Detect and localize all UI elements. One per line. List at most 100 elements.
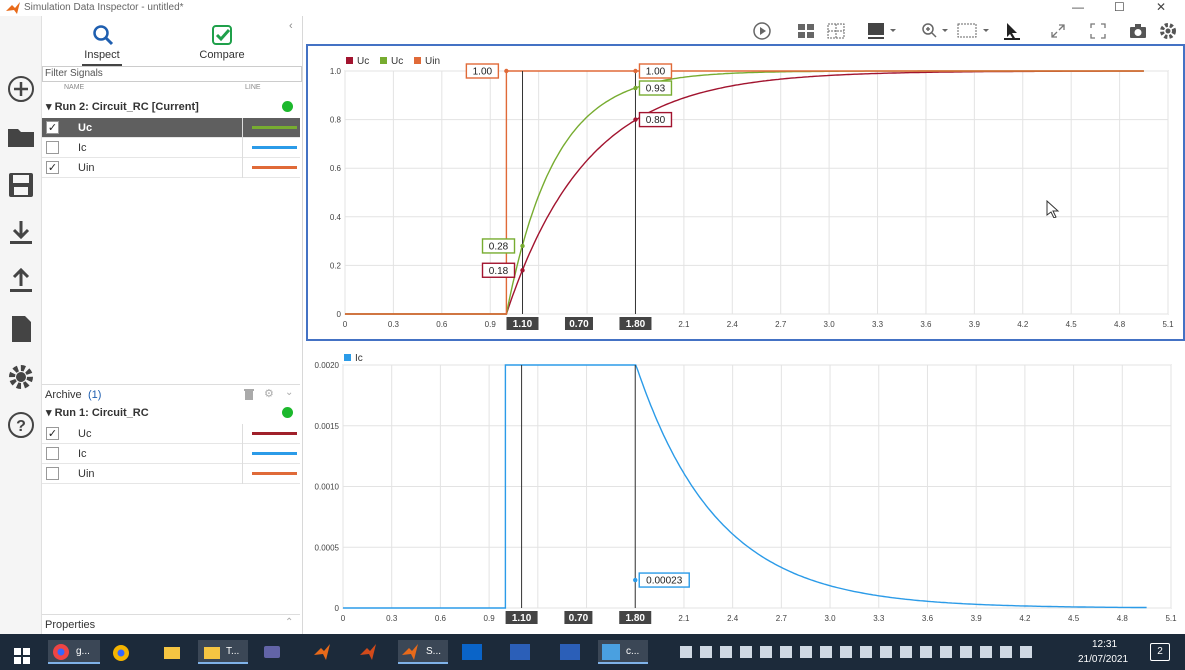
taskbar-app-label: c...: [626, 646, 640, 657]
cursor-select-icon[interactable]: [1003, 22, 1021, 40]
x-tick-label: 0.9: [484, 614, 496, 623]
left-toolstrip: ?: [0, 16, 42, 634]
current-run-row[interactable]: ▾ Run 2: Circuit_RC [Current]: [46, 100, 199, 113]
taskbar-app-simulink[interactable]: S...: [398, 640, 448, 664]
signal-panel: Inspect Compare ‹ Filter Signals NAME LI…: [42, 16, 303, 634]
signal-name-uc: Uc: [78, 122, 93, 134]
cursor-value-label: 1.80: [626, 319, 646, 330]
teams-icon[interactable]: [262, 644, 282, 668]
signal-checkbox-uc[interactable]: ✓: [46, 121, 59, 134]
chrome-icon[interactable]: [112, 644, 130, 668]
collapse-panel-icon[interactable]: ‹: [289, 20, 293, 32]
zoom-in-icon[interactable]: [921, 22, 951, 40]
clock-date[interactable]: 21/07/2021: [1078, 654, 1128, 665]
voltage-chart-svg[interactable]: 0 0.3 0.6 0.9 2.1 2.4 2.7 3.0 3.3 3.6 3.9 4.2 4.5 4.8…: [308, 46, 1183, 339]
report-icon[interactable]: [6, 314, 36, 344]
archived-line-style-uc[interactable]: [252, 432, 297, 435]
archived-checkbox-uin[interactable]: [46, 467, 59, 480]
window-title: Simulation Data Inspector - untitled*: [24, 2, 184, 13]
cursor-delta-label: 0.70: [569, 613, 589, 624]
outlook-icon[interactable]: [462, 644, 482, 668]
signal-checkbox-ic[interactable]: [46, 141, 59, 154]
archived-checkbox-uc[interactable]: ✓: [46, 427, 59, 440]
word-icon[interactable]: [560, 644, 580, 668]
cursor-value-label: 1.10: [513, 319, 533, 330]
tab-compare[interactable]: Compare: [172, 22, 272, 66]
fullscreen-icon[interactable]: [1089, 22, 1107, 40]
visualization-gallery-icon[interactable]: [867, 22, 897, 40]
line-style-ic[interactable]: [252, 146, 297, 149]
snapshot-camera-icon[interactable]: [1129, 22, 1147, 40]
notifications-icon[interactable]: 2: [1150, 643, 1170, 661]
taskbar-app-chrome[interactable]: g...: [48, 640, 100, 664]
fit-to-view-icon[interactable]: [957, 22, 991, 40]
archive-header[interactable]: Archive (1) ⚙ ⌄: [42, 384, 300, 404]
word-icon[interactable]: [510, 644, 530, 668]
folder-icon[interactable]: [6, 122, 36, 152]
expand-arrow-icon[interactable]: ▾: [46, 407, 55, 419]
play-icon[interactable]: [753, 22, 771, 40]
expand-arrow-icon[interactable]: ▾: [46, 101, 55, 113]
cursor-point-marker: [633, 117, 638, 122]
legend-swatch: [414, 57, 421, 64]
y-tick-label: 0.6: [330, 164, 342, 173]
folder-icon: [204, 647, 220, 659]
signal-row-ic[interactable]: Ic: [42, 138, 300, 158]
chevron-down-icon[interactable]: ⌄: [285, 387, 293, 398]
archived-line-style-uin[interactable]: [252, 472, 297, 475]
archived-signal-row-uin[interactable]: Uin: [42, 464, 300, 484]
layout-grid-icon[interactable]: [797, 22, 815, 40]
matlab-icon[interactable]: [360, 644, 376, 668]
archived-signal-row-ic[interactable]: Ic: [42, 444, 300, 464]
signal-checkbox-uin[interactable]: ✓: [46, 161, 59, 174]
notification-count: 2: [1157, 646, 1163, 657]
y-tick-label: 0: [337, 310, 342, 319]
add-icon[interactable]: [6, 74, 36, 104]
taskbar-app-photos[interactable]: c...: [598, 640, 648, 664]
signal-row-uin[interactable]: ✓ Uin: [42, 158, 300, 178]
x-tick-label: 3.9: [969, 320, 981, 329]
x-tick-label: 0.6: [435, 614, 447, 623]
taskbar-app-explorer[interactable]: T...: [198, 640, 248, 664]
download-icon[interactable]: [6, 218, 36, 248]
line-style-uc[interactable]: [252, 126, 297, 129]
plot-current[interactable]: 0 0.3 0.6 0.9 2.1 2.4 2.7 3.0 3.3 3.6 3.9 4.2 4.5 4.8…: [306, 343, 1185, 634]
archived-checkbox-ic[interactable]: [46, 447, 59, 460]
plot-voltage[interactable]: 0 0.3 0.6 0.9 2.1 2.4 2.7 3.0 3.3 3.6 3.9 4.2 4.5 4.8…: [306, 44, 1185, 341]
close-button[interactable]: ✕: [1156, 0, 1166, 14]
signal-row-uc[interactable]: ✓ Uc: [42, 118, 300, 138]
plot-area: [344, 70, 1169, 315]
archive-settings-icon[interactable]: ⚙: [264, 387, 274, 400]
x-tick-label: 2.4: [727, 614, 739, 623]
windows-start-icon[interactable]: [14, 644, 30, 668]
subplot-layout-icon[interactable]: [827, 22, 845, 40]
matlab-icon[interactable]: [314, 644, 330, 668]
expand-icon[interactable]: [1049, 22, 1067, 40]
upload-icon[interactable]: [6, 266, 36, 296]
archived-signal-row-uc[interactable]: ✓ Uc: [42, 424, 300, 444]
tab-compare-label: Compare: [199, 49, 245, 61]
photos-icon: [602, 644, 620, 660]
settings-icon[interactable]: [6, 362, 36, 392]
tab-inspect[interactable]: Inspect: [52, 22, 152, 66]
archived-line-style-ic[interactable]: [252, 452, 297, 455]
clock-time[interactable]: 12:31: [1092, 639, 1117, 650]
settings-gear-icon[interactable]: [1159, 22, 1177, 40]
trash-icon[interactable]: [244, 388, 254, 400]
minimize-button[interactable]: —: [1072, 0, 1084, 14]
file-explorer-icon[interactable]: [164, 644, 180, 668]
x-tick-label: 5.1: [1162, 320, 1174, 329]
save-icon[interactable]: [6, 170, 36, 200]
chevron-up-icon[interactable]: ⌃: [285, 617, 293, 628]
system-tray-icons[interactable]: [680, 644, 1040, 668]
search-icon: [93, 25, 114, 46]
help-icon[interactable]: ?: [6, 410, 36, 440]
properties-header[interactable]: Properties ⌃: [42, 614, 300, 634]
x-tick-label: 4.5: [1066, 320, 1078, 329]
filter-signals-input[interactable]: Filter Signals: [42, 66, 302, 82]
line-style-uin[interactable]: [252, 166, 297, 169]
archived-run-row[interactable]: ▾ Run 1: Circuit_RC: [46, 406, 149, 419]
cursor-point-marker: [520, 243, 525, 249]
maximize-button[interactable]: ☐: [1114, 0, 1125, 14]
current-chart-svg[interactable]: 0 0.3 0.6 0.9 2.1 2.4 2.7 3.0 3.3 3.6 3.9 4.2 4.5 4.8…: [306, 343, 1185, 634]
